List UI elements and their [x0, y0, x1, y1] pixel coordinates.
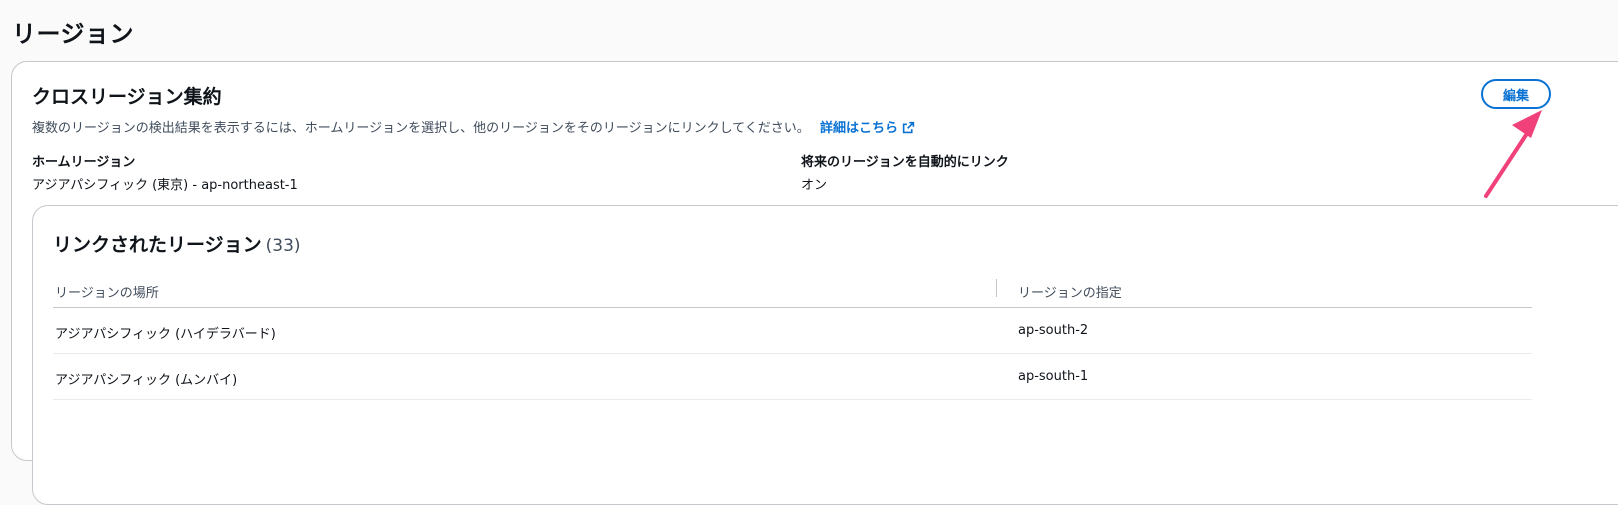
row-location: アジアパシフィック (ムンバイ)	[55, 373, 238, 388]
page-title: リージョン	[12, 20, 135, 48]
column-header-code[interactable]: リージョンの指定	[1018, 282, 1122, 301]
learn-more-label: 詳細はこちら	[819, 121, 898, 136]
column-resize-handle[interactable]	[996, 279, 997, 297]
auto-link-setting: 将来のリージョンを自動的にリンク オン	[801, 151, 1009, 193]
table-header: リージョンの場所 リージョンの指定	[53, 278, 1532, 308]
external-link-icon	[902, 121, 915, 138]
row-location: アジアパシフィック (ハイデラバード)	[55, 327, 276, 342]
learn-more-link[interactable]: 詳細はこちら	[820, 121, 915, 136]
column-header-location[interactable]: リージョンの場所	[55, 282, 159, 301]
table-row: アジアパシフィック (ハイデラバード) ap-south-2	[53, 308, 1532, 354]
auto-link-value: オン	[801, 178, 828, 193]
home-region-value: アジアパシフィック (東京) - ap-northeast-1	[32, 178, 298, 193]
row-code: ap-south-1	[1018, 369, 1089, 384]
table-row: アジアパシフィック (ムンバイ) ap-south-1	[53, 354, 1532, 400]
auto-link-label: 将来のリージョンを自動的にリンク	[801, 155, 1009, 170]
card-title: クロスリージョン集約	[32, 86, 222, 108]
linked-regions-table: リージョンの場所 リージョンの指定 アジアパシフィック (ハイデラバード) ap…	[53, 278, 1532, 400]
home-region-label: ホームリージョン	[32, 155, 136, 170]
linked-regions-count: (33)	[265, 236, 301, 256]
linked-regions-title: リンクされたリージョン (33)	[53, 230, 301, 257]
linked-regions-title-text: リンクされたリージョン	[53, 234, 262, 256]
card-description: 複数のリージョンの検出結果を表示するには、ホームリージョンを選択し、他のリージョ…	[32, 117, 915, 138]
description-text: 複数のリージョンの検出結果を表示するには、ホームリージョンを選択し、他のリージョ…	[32, 121, 810, 136]
linked-regions-card: リンクされたリージョン (33) リージョンの場所 リージョンの指定 アジアパシフ…	[32, 205, 1618, 505]
edit-button[interactable]: 編集	[1481, 79, 1551, 109]
cross-region-card: クロスリージョン集約 複数のリージョンの検出結果を表示するには、ホームリージョン…	[11, 61, 1618, 505]
home-region: ホームリージョン アジアパシフィック (東京) - ap-northeast-1	[32, 151, 298, 193]
row-code: ap-south-2	[1018, 323, 1089, 338]
